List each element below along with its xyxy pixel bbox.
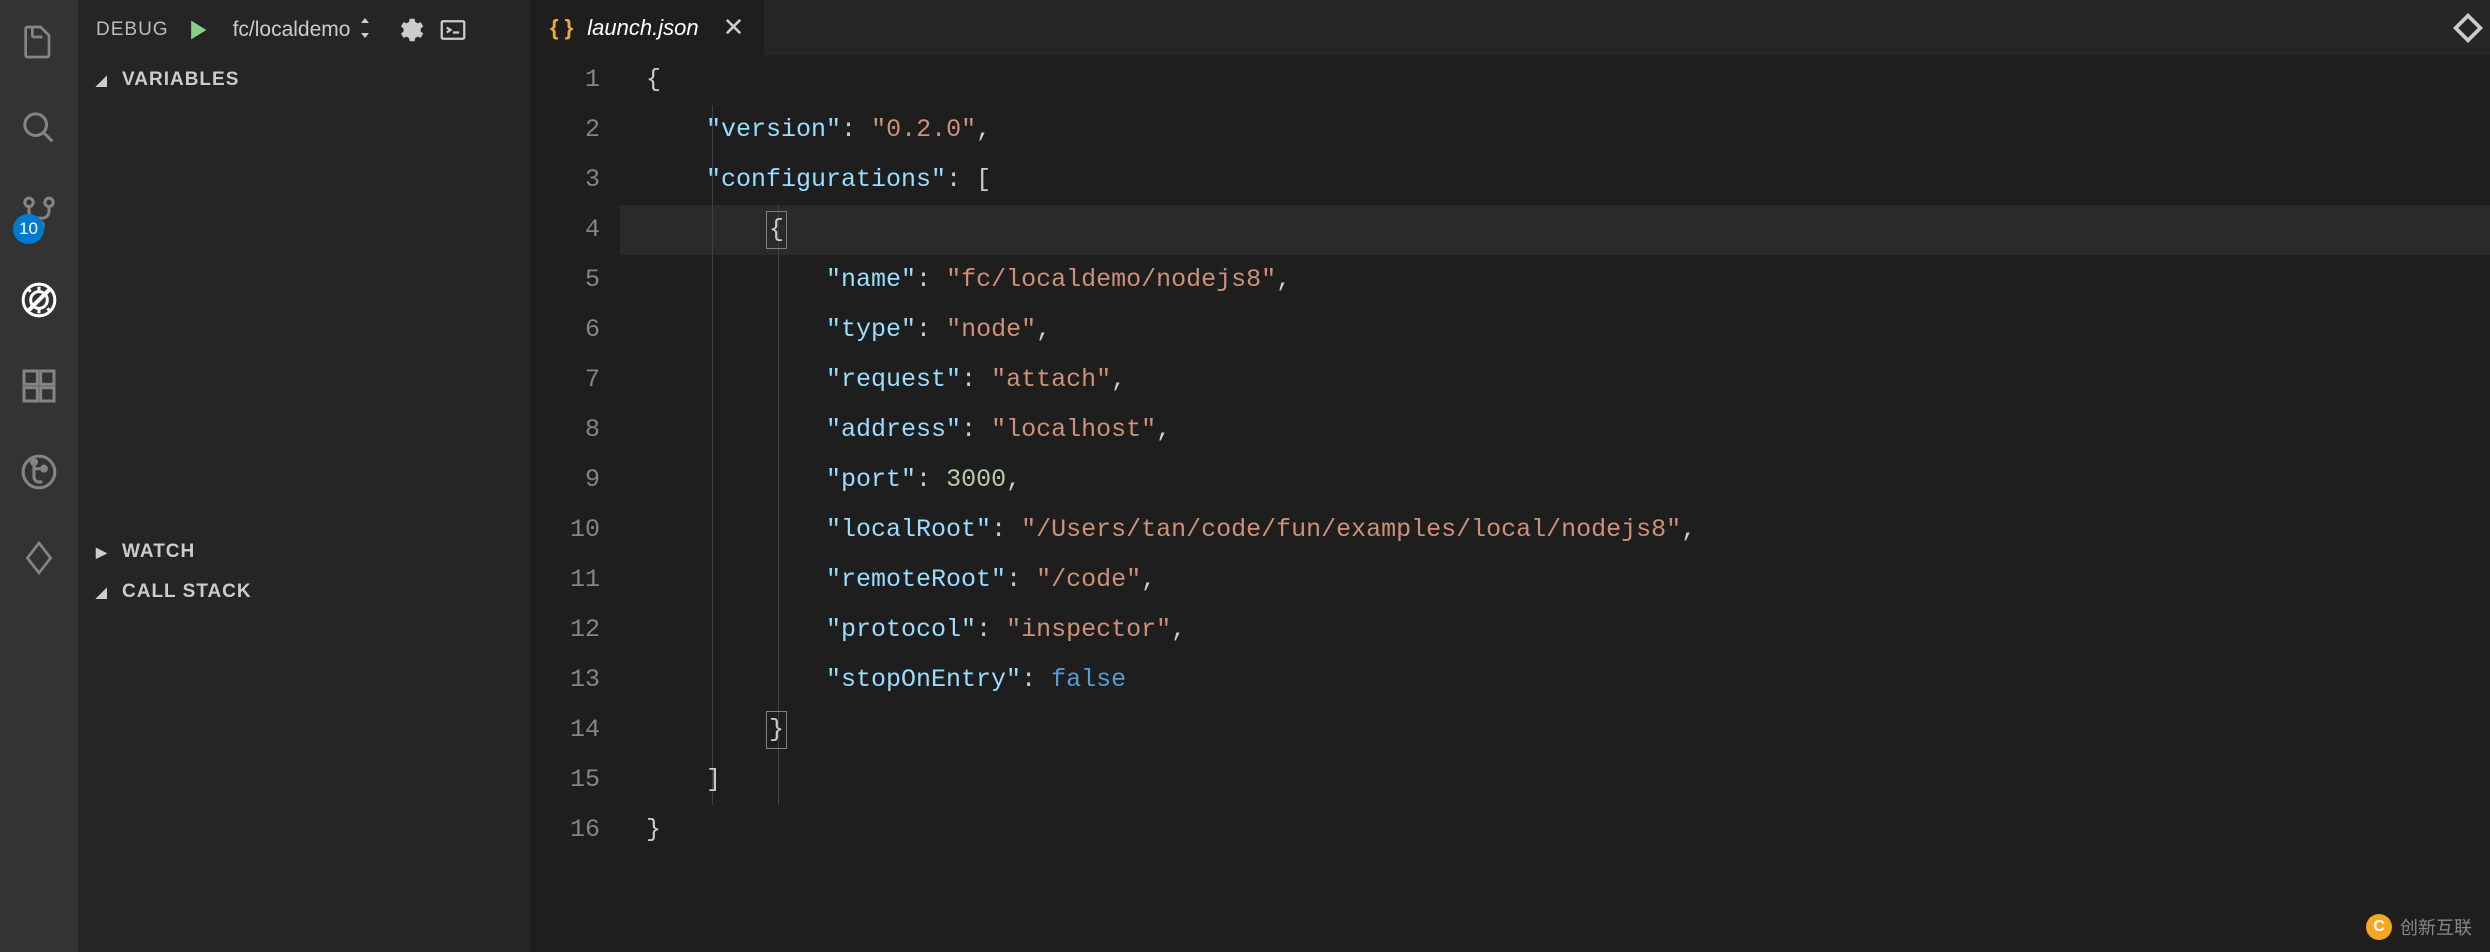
callstack-body (78, 612, 530, 952)
extensions-icon[interactable] (17, 364, 61, 408)
source-control-icon[interactable]: 10 (17, 192, 61, 236)
line-number-gutter: 1234 5678 9101112 13141516 (530, 55, 620, 952)
watermark-text: 创新互联 (2400, 914, 2472, 940)
debug-console-button[interactable] (438, 15, 468, 45)
explorer-icon[interactable] (17, 20, 61, 64)
variables-label: VARIABLES (122, 69, 239, 91)
search-icon[interactable] (17, 106, 61, 150)
close-tab-button[interactable]: ✕ (723, 12, 745, 43)
variables-section[interactable]: ◢ VARIABLES (78, 60, 530, 100)
debug-sidebar: DEBUG fc/localdemo ◢ VARIABLES ▶ WATCH ◢… (78, 0, 530, 952)
tab-launch-json[interactable]: { } launch.json ✕ (530, 0, 764, 55)
watch-section[interactable]: ▶ WATCH (78, 532, 530, 572)
debug-toolbar: DEBUG fc/localdemo (78, 0, 530, 60)
debug-icon[interactable] (17, 278, 61, 322)
code-content[interactable]: { "version": "0.2.0", "configurations": … (620, 55, 2490, 952)
callstack-section[interactable]: ◢ CALL STACK (78, 572, 530, 612)
activity-bar: 10 (0, 0, 78, 952)
caret-right-icon: ▶ (96, 544, 112, 561)
misc-icon[interactable] (17, 536, 61, 580)
debug-config-select[interactable]: fc/localdemo (225, 14, 381, 47)
editor-group: { } launch.json ✕ 1234 5678 9101112 1314… (530, 0, 2490, 952)
variables-body (78, 100, 530, 532)
caret-down-icon: ◢ (96, 584, 112, 601)
debug-label: DEBUG (96, 19, 169, 41)
watermark-logo-icon: C (2366, 914, 2392, 940)
debug-config-name: fc/localdemo (233, 18, 351, 42)
toolbar-right-icon[interactable] (2450, 10, 2486, 46)
chevron-updown-icon (358, 18, 372, 43)
tab-bar: { } launch.json ✕ (530, 0, 2490, 55)
caret-down-icon: ◢ (96, 72, 112, 89)
start-debug-button[interactable] (183, 16, 211, 44)
debug-settings-button[interactable] (394, 15, 424, 45)
git-graph-icon[interactable] (17, 450, 61, 494)
callstack-label: CALL STACK (122, 581, 252, 603)
code-editor[interactable]: 1234 5678 9101112 13141516 { "version": … (530, 55, 2490, 952)
json-file-icon: { } (550, 15, 573, 41)
watermark: C 创新互联 (2366, 914, 2472, 940)
watch-label: WATCH (122, 541, 195, 563)
tab-filename: launch.json (587, 15, 698, 41)
scm-badge: 10 (13, 214, 44, 244)
